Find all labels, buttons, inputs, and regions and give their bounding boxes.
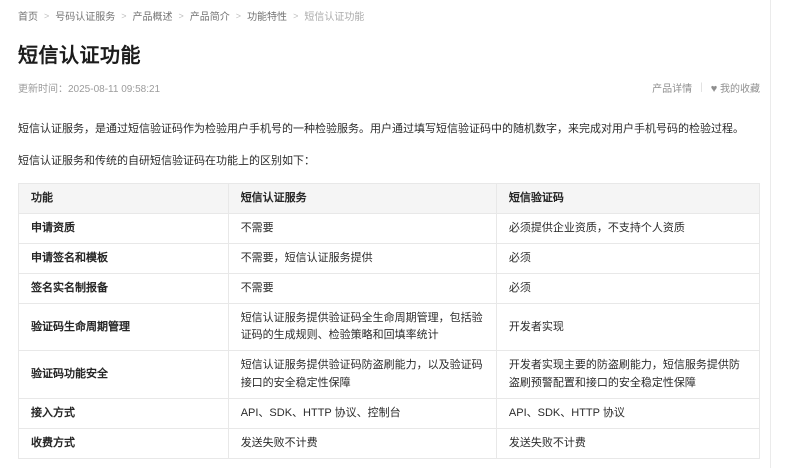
table-row: 签名实名制报备 不需要 必须 xyxy=(19,274,760,304)
table-cell: 验证码功能安全 xyxy=(19,351,229,398)
table-cell: 发送失败不计费 xyxy=(228,428,496,458)
table-cell: 验证码生命周期管理 xyxy=(19,304,229,351)
table-header-row: 功能 短信认证服务 短信验证码 xyxy=(19,184,760,214)
breadcrumb-item-features[interactable]: 功能特性 xyxy=(247,8,287,23)
breadcrumb-separator: > xyxy=(293,11,298,21)
table-cell: 开发者实现主要的防盗刷能力，短信服务提供防盗刷预警配置和接口的安全稳定性保障 xyxy=(496,351,759,398)
table-header-sms-code: 短信验证码 xyxy=(496,184,759,214)
table-cell: 不需要 xyxy=(228,274,496,304)
table-cell: 收费方式 xyxy=(19,428,229,458)
breadcrumb-item-overview[interactable]: 产品概述 xyxy=(133,8,173,23)
table-row: 申请签名和模板 不需要，短信认证服务提供 必须 xyxy=(19,244,760,274)
doc-page: 首页 > 号码认证服务 > 产品概述 > 产品简介 > 功能特性 > 短信认证功… xyxy=(0,0,800,468)
meta-actions: 产品详情 | ♥ 我的收藏 xyxy=(652,80,760,95)
breadcrumb-item-intro[interactable]: 产品简介 xyxy=(190,8,230,23)
table-row: 收费方式 发送失败不计费 发送失败不计费 xyxy=(19,428,760,458)
table-cell: 申请资质 xyxy=(19,214,229,244)
breadcrumb-item-current: 短信认证功能 xyxy=(304,8,364,23)
product-details-link[interactable]: 产品详情 xyxy=(652,80,692,95)
favorite-label: 我的收藏 xyxy=(720,84,760,95)
table-cell: 签名实名制报备 xyxy=(19,274,229,304)
table-cell: 短信认证服务提供验证码全生命周期管理，包括验证码的生成规则、检验策略和回填率统计 xyxy=(228,304,496,351)
table-cell: 必须 xyxy=(496,274,759,304)
table-cell: 不需要，短信认证服务提供 xyxy=(228,244,496,274)
table-header-feature: 功能 xyxy=(19,184,229,214)
content-right-divider xyxy=(770,0,771,468)
table-cell: 不需要 xyxy=(228,214,496,244)
meta-row: 更新时间：2025-08-11 09:58:21 产品详情 | ♥ 我的收藏 xyxy=(18,80,760,95)
table-header-sms-auth-service: 短信认证服务 xyxy=(228,184,496,214)
table-cell: 必须 xyxy=(496,244,759,274)
table-cell: 申请签名和模板 xyxy=(19,244,229,274)
intro-paragraph-2: 短信认证服务和传统的自研短信验证码在功能上的区别如下： xyxy=(18,153,760,171)
page-title: 短信认证功能 xyxy=(18,39,760,68)
heart-icon: ♥ xyxy=(711,83,718,95)
intro-paragraph-1: 短信认证服务，是通过短信验证码作为检验用户手机号的一种检验服务。用户通过填写短信… xyxy=(18,121,760,139)
table-row: 接入方式 API、SDK、HTTP 协议、控制台 API、SDK、HTTP 协议 xyxy=(19,398,760,428)
feature-comparison-table: 功能 短信认证服务 短信验证码 申请资质 不需要 必须提供企业资质，不支持个人资… xyxy=(18,183,760,458)
breadcrumb-separator: > xyxy=(121,11,126,21)
breadcrumb-separator: > xyxy=(44,11,49,21)
favorite-button[interactable]: ♥ 我的收藏 xyxy=(711,80,760,95)
table-row: 验证码生命周期管理 短信认证服务提供验证码全生命周期管理，包括验证码的生成规则、… xyxy=(19,304,760,351)
breadcrumb-item-service[interactable]: 号码认证服务 xyxy=(55,8,115,23)
table-row: 验证码功能安全 短信认证服务提供验证码防盗刷能力，以及验证码接口的安全稳定性保障… xyxy=(19,351,760,398)
updated-time: 更新时间：2025-08-11 09:58:21 xyxy=(18,80,160,95)
table-cell: API、SDK、HTTP 协议、控制台 xyxy=(228,398,496,428)
table-cell: 开发者实现 xyxy=(496,304,759,351)
breadcrumb-item-home[interactable]: 首页 xyxy=(18,8,38,23)
table-row: 申请资质 不需要 必须提供企业资质，不支持个人资质 xyxy=(19,214,760,244)
table-cell: 发送失败不计费 xyxy=(496,428,759,458)
table-cell: API、SDK、HTTP 协议 xyxy=(496,398,759,428)
breadcrumb-separator: > xyxy=(236,11,241,21)
breadcrumb: 首页 > 号码认证服务 > 产品概述 > 产品简介 > 功能特性 > 短信认证功… xyxy=(18,0,760,23)
table-cell: 必须提供企业资质，不支持个人资质 xyxy=(496,214,759,244)
breadcrumb-separator: > xyxy=(179,11,184,21)
table-cell: 短信认证服务提供验证码防盗刷能力，以及验证码接口的安全稳定性保障 xyxy=(228,351,496,398)
table-cell: 接入方式 xyxy=(19,398,229,428)
actions-divider: | xyxy=(700,82,703,93)
